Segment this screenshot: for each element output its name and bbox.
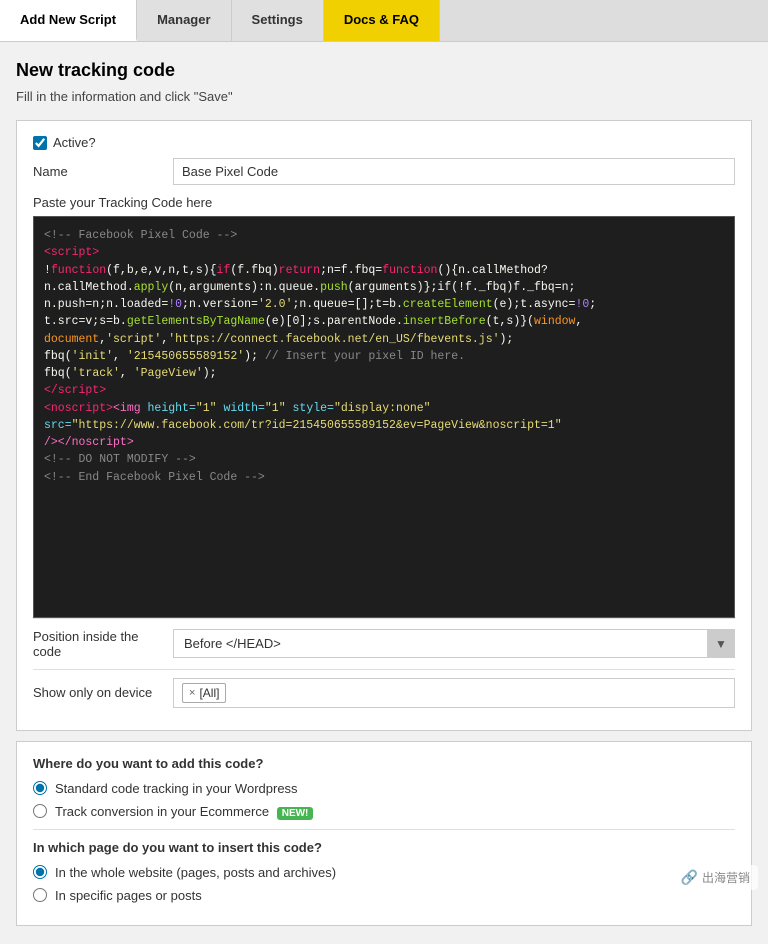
- device-tag-pill[interactable]: × [All]: [182, 683, 226, 703]
- active-label[interactable]: Active?: [33, 135, 96, 150]
- device-tag-input[interactable]: × [All]: [173, 678, 735, 708]
- new-badge: NEW!: [277, 807, 314, 820]
- tabs-bar: Add New Script Manager Settings Docs & F…: [0, 0, 768, 42]
- specific-pages-option-row: In specific pages or posts: [33, 888, 735, 903]
- tab-docs-faq[interactable]: Docs & FAQ: [324, 0, 440, 41]
- position-label: Position inside thecode: [33, 629, 173, 659]
- name-input[interactable]: [173, 158, 735, 185]
- whole-site-label[interactable]: In the whole website (pages, posts and a…: [55, 865, 336, 880]
- ecommerce-option-row: Track conversion in your Ecommerce NEW!: [33, 804, 735, 819]
- where-question: Where do you want to add this code?: [33, 756, 735, 771]
- watermark-icon: 🔗: [681, 869, 698, 886]
- position-row: Position inside thecode Before </HEAD> A…: [33, 618, 735, 669]
- active-checkbox[interactable]: [33, 136, 47, 150]
- position-select[interactable]: Before </HEAD> After <HEAD> Before </BOD…: [173, 629, 735, 658]
- watermark-text: 出海营销: [702, 869, 750, 886]
- specific-pages-label[interactable]: In specific pages or posts: [55, 888, 202, 903]
- device-label: Show only on device: [33, 685, 173, 700]
- page-title: New tracking code: [16, 60, 752, 81]
- ecommerce-label[interactable]: Track conversion in your Ecommerce NEW!: [55, 804, 313, 819]
- code-editor[interactable]: <!-- Facebook Pixel Code --> <script> !f…: [33, 216, 735, 618]
- tag-value: [All]: [199, 686, 219, 700]
- position-select-wrapper: Before </HEAD> After <HEAD> Before </BOD…: [173, 629, 735, 658]
- name-label: Name: [33, 164, 173, 179]
- tab-settings[interactable]: Settings: [232, 0, 324, 41]
- page-question: In which page do you want to insert this…: [33, 840, 735, 855]
- specific-pages-radio[interactable]: [33, 888, 47, 902]
- main-content: New tracking code Fill in the informatio…: [0, 42, 768, 944]
- page-subtitle: Fill in the information and click "Save": [16, 89, 752, 104]
- whole-site-option-row: In the whole website (pages, posts and a…: [33, 865, 735, 880]
- standard-radio[interactable]: [33, 781, 47, 795]
- tab-manager[interactable]: Manager: [137, 0, 231, 41]
- tracking-code-label: Paste your Tracking Code here: [33, 195, 735, 210]
- section-divider: [33, 829, 735, 830]
- ecommerce-radio[interactable]: [33, 804, 47, 818]
- active-text: Active?: [53, 135, 96, 150]
- whole-site-radio[interactable]: [33, 865, 47, 879]
- active-row: Active?: [33, 135, 735, 150]
- tab-add-new-script[interactable]: Add New Script: [0, 0, 137, 41]
- name-row: Name: [33, 158, 735, 185]
- device-row: Show only on device × [All]: [33, 669, 735, 716]
- form-section: Active? Name Paste your Tracking Code he…: [16, 120, 752, 731]
- tag-close-icon[interactable]: ×: [189, 687, 195, 699]
- watermark: 🔗 出海营销: [673, 865, 758, 890]
- standard-option-row: Standard code tracking in your Wordpress: [33, 781, 735, 796]
- where-section: Where do you want to add this code? Stan…: [16, 741, 752, 926]
- standard-label[interactable]: Standard code tracking in your Wordpress: [55, 781, 298, 796]
